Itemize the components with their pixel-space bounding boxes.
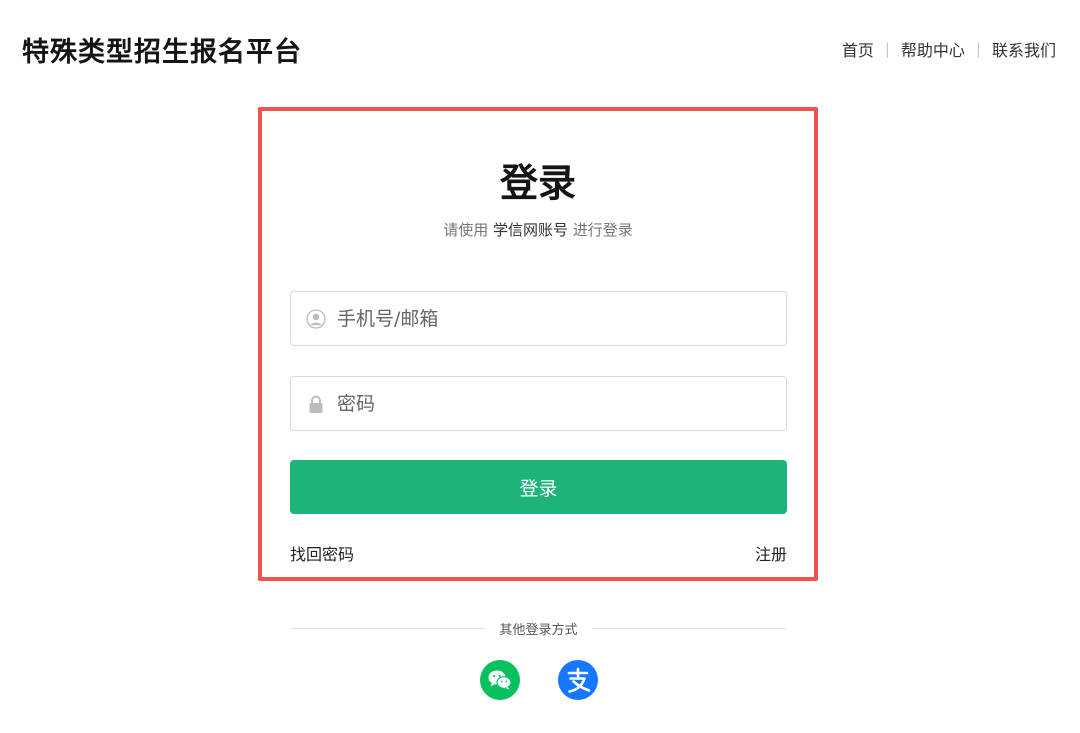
- login-card: 登录 请使用 学信网账号 进行登录 登录 找回密码 注册: [258, 107, 818, 581]
- wechat-icon: [488, 670, 512, 690]
- top-nav: 首页 | 帮助中心 | 联系我们: [842, 37, 1056, 61]
- other-login-divider: 其他登录方式: [290, 619, 788, 638]
- username-field[interactable]: [290, 291, 787, 346]
- login-button[interactable]: 登录: [290, 460, 787, 514]
- wechat-login-button[interactable]: [480, 660, 520, 700]
- alipay-icon: [567, 667, 591, 693]
- divider-line-left: [290, 628, 486, 629]
- forgot-password-link[interactable]: 找回密码: [290, 541, 354, 565]
- nav-home-link[interactable]: 首页: [842, 37, 874, 61]
- username-input[interactable]: [337, 292, 777, 345]
- subtitle-account-name: 学信网账号: [492, 221, 568, 239]
- nav-contact-link[interactable]: 联系我们: [992, 37, 1056, 61]
- alipay-login-button[interactable]: [558, 660, 598, 700]
- subtitle-suffix: 进行登录: [572, 221, 633, 239]
- divider-line-right: [591, 628, 788, 629]
- password-input[interactable]: [337, 377, 777, 430]
- other-login-label: 其他登录方式: [499, 623, 578, 638]
- site-title: 特殊类型招生报名平台: [22, 37, 302, 68]
- password-field[interactable]: [290, 376, 787, 431]
- card-links: 找回密码 注册: [290, 541, 787, 565]
- nav-separator: |: [884, 40, 890, 58]
- register-link[interactable]: 注册: [755, 541, 787, 565]
- user-icon: [306, 309, 326, 329]
- nav-separator: |: [975, 40, 981, 58]
- login-subtitle: 请使用 学信网账号 进行登录: [262, 219, 814, 240]
- lock-icon: [306, 394, 326, 414]
- nav-help-link[interactable]: 帮助中心: [901, 37, 965, 61]
- login-title: 登录: [499, 161, 576, 205]
- subtitle-prefix: 请使用: [443, 221, 489, 239]
